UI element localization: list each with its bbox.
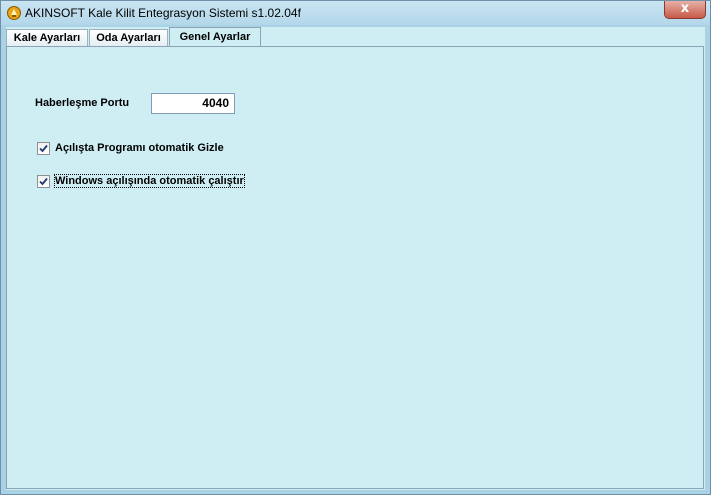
port-input[interactable]: 4040 [151,93,235,114]
title-bar[interactable]: AKINSOFT Kale Kilit Entegrasyon Sistemi … [1,1,710,25]
akinsoft-logo-icon[interactable] [7,6,21,20]
tab-oda-ayarlari[interactable]: Oda Ayarları [89,29,168,46]
autostart-label[interactable]: Windows açılışında otomatik çalıştır [54,174,245,188]
checkmark-icon [39,177,48,186]
autostart-checkbox[interactable] [37,175,50,188]
hide-on-start-label[interactable]: Açılışta Programı otomatik Gizle [55,142,224,154]
tab-genel-ayarlar[interactable]: Genel Ayarlar [169,27,261,47]
close-icon[interactable]: x [681,1,689,16]
window-title: AKINSOFT Kale Kilit Entegrasyon Sistemi … [25,6,301,20]
hide-on-start-checkbox[interactable] [37,142,50,155]
general-settings-panel: Haberleşme Portu 4040 Açılışta Programı … [6,46,704,489]
close-button[interactable]: x [664,1,706,19]
app-window: AKINSOFT Kale Kilit Entegrasyon Sistemi … [0,0,711,495]
tab-kale-ayarlari[interactable]: Kale Ayarları [6,29,88,46]
port-label: Haberleşme Portu [35,97,130,109]
tab-strip: Kale Ayarları Oda Ayarları Genel Ayarlar [6,27,705,47]
client-area: Kale Ayarları Oda Ayarları Genel Ayarlar… [6,27,705,490]
checkmark-icon [39,144,48,153]
